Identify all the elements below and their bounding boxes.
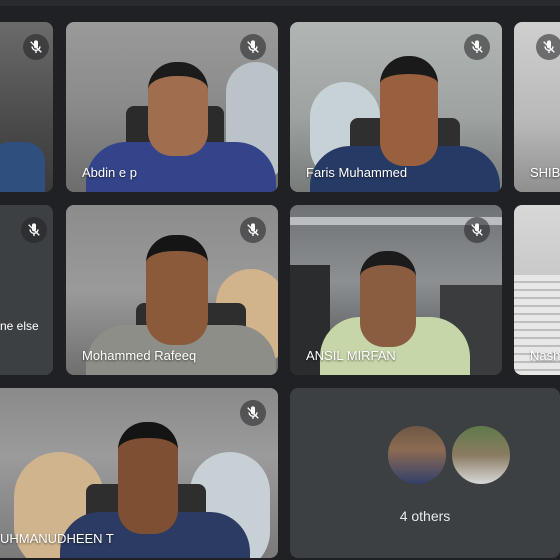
participant-name: ne else bbox=[0, 319, 39, 333]
participant-tile-p4[interactable]: SHIB bbox=[514, 22, 560, 192]
participant-face bbox=[146, 235, 208, 345]
participant-tile-p8[interactable]: Nash bbox=[514, 205, 560, 375]
avatar bbox=[386, 424, 448, 486]
mic-off-icon bbox=[240, 34, 266, 60]
participant-tile-p1[interactable] bbox=[0, 22, 53, 192]
participant-tile-p5[interactable]: ne else bbox=[0, 205, 53, 375]
participant-name: ANSIL MIRFAN bbox=[306, 348, 396, 363]
avatar bbox=[450, 424, 512, 486]
mic-off-icon bbox=[240, 217, 266, 243]
participant-tile-p9[interactable]: UHMANUDHEEN T bbox=[0, 388, 278, 558]
participant-name: Faris Muhammed bbox=[306, 165, 408, 180]
mic-off-icon bbox=[240, 400, 266, 426]
participant-tile-p6[interactable]: Mohammed Rafeeq bbox=[66, 205, 278, 375]
participant-name: SHIB bbox=[530, 165, 560, 180]
participant-face bbox=[360, 251, 416, 347]
participant-name: Abdin e p bbox=[82, 165, 137, 180]
participant-tile-p2[interactable]: Abdin e p bbox=[66, 22, 278, 192]
mic-off-icon bbox=[464, 217, 490, 243]
mic-off-icon bbox=[536, 34, 560, 60]
mic-off-icon bbox=[464, 34, 490, 60]
mic-off-icon bbox=[23, 34, 49, 60]
participant-tile-p3[interactable]: Faris Muhammed bbox=[290, 22, 502, 192]
others-avatar-group bbox=[386, 424, 512, 486]
participant-video bbox=[0, 142, 45, 192]
participant-face bbox=[380, 56, 438, 166]
top-bar bbox=[0, 0, 560, 6]
participant-name: UHMANUDHEEN T bbox=[0, 531, 114, 546]
participant-name: Mohammed Rafeeq bbox=[82, 348, 197, 363]
participant-tile-p7[interactable]: ANSIL MIRFAN bbox=[290, 205, 502, 375]
participant-name: Nash bbox=[530, 348, 560, 363]
others-count: 4 others bbox=[399, 508, 451, 524]
others-tile[interactable]: 4 others bbox=[290, 388, 560, 558]
mic-off-icon bbox=[21, 217, 47, 243]
participant-face bbox=[118, 422, 178, 534]
participant-face bbox=[148, 62, 208, 156]
